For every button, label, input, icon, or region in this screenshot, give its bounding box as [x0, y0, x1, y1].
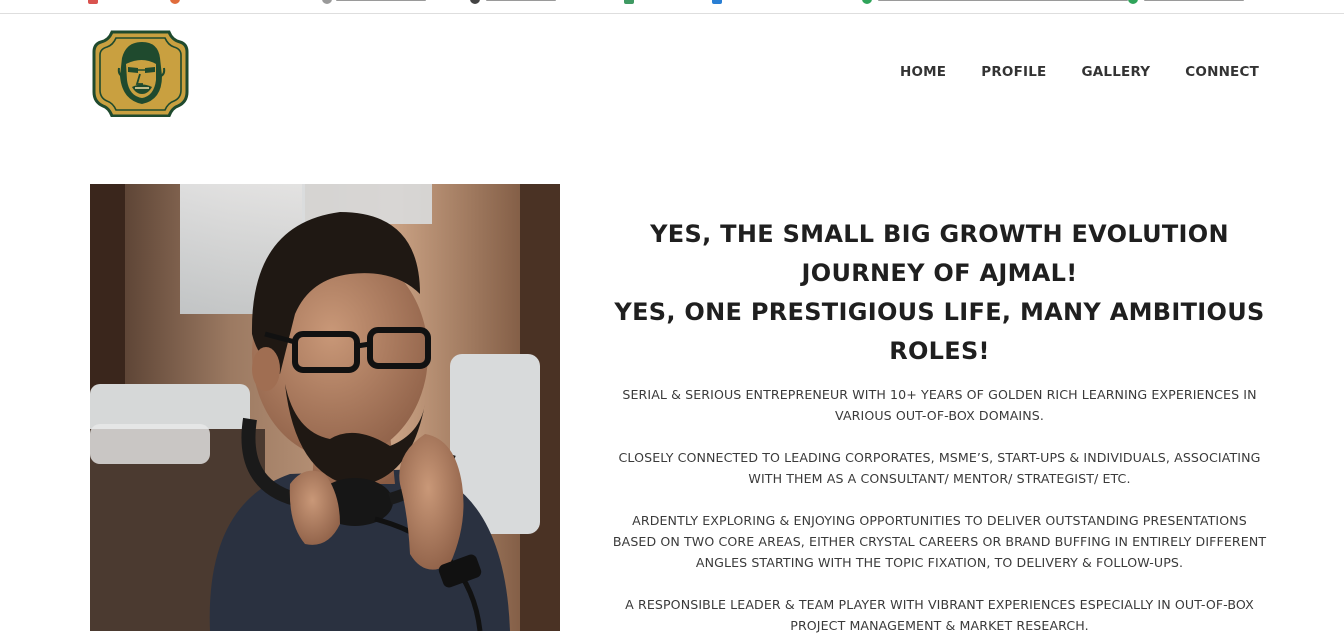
- hero-paragraph: ARDENTLY EXPLORING & ENJOYING OPPORTUNIT…: [612, 513, 1267, 570]
- nav-home[interactable]: HOME: [900, 64, 946, 80]
- bookmarks-bar: [0, 0, 1344, 14]
- headline-line-1: YES, THE SMALL BIG GROWTH EVOLUTION JOUR…: [650, 220, 1229, 287]
- bookmark-label[interactable]: [878, 0, 1128, 1]
- hero-paragraph: A RESPONSIBLE LEADER & TEAM PLAYER WITH …: [625, 597, 1254, 633]
- bookmark-icon[interactable]: [624, 0, 634, 4]
- bookmark-icon[interactable]: [712, 0, 722, 4]
- caricature-badge-logo-icon: [92, 30, 189, 118]
- nav-profile[interactable]: PROFILE: [981, 64, 1046, 80]
- hero-photo: [90, 184, 560, 631]
- bookmark-icon[interactable]: [88, 0, 98, 4]
- main-nav: HOME PROFILE GALLERY CONNECT: [900, 64, 1259, 80]
- man-with-headphones-photo-icon: [90, 184, 560, 631]
- site-logo[interactable]: [92, 30, 189, 118]
- hero-content: YES, THE SMALL BIG GROWTH EVOLUTION JOUR…: [610, 215, 1269, 636]
- bookmark-icon[interactable]: [322, 0, 332, 4]
- headline-line-2: YES, ONE PRESTIGIOUS LIFE, MANY AMBITIOU…: [614, 298, 1265, 365]
- nav-gallery[interactable]: GALLERY: [1081, 64, 1150, 80]
- bookmark-icon[interactable]: [862, 0, 872, 4]
- bookmark-icon[interactable]: [1128, 0, 1138, 4]
- hero-paragraph: CLOSELY CONNECTED TO LEADING CORPORATES,…: [618, 450, 1261, 486]
- github-icon[interactable]: [470, 0, 480, 4]
- nav-connect[interactable]: CONNECT: [1185, 64, 1259, 80]
- bookmark-label[interactable]: [1144, 0, 1244, 1]
- bookmark-label[interactable]: [336, 0, 426, 1]
- hero-paragraph: SERIAL & SERIOUS ENTREPRENEUR WITH 10+ Y…: [622, 387, 1257, 423]
- bookmark-icon[interactable]: [170, 0, 180, 4]
- bookmark-label[interactable]: [486, 0, 556, 1]
- hero-headline: YES, THE SMALL BIG GROWTH EVOLUTION JOUR…: [610, 215, 1269, 371]
